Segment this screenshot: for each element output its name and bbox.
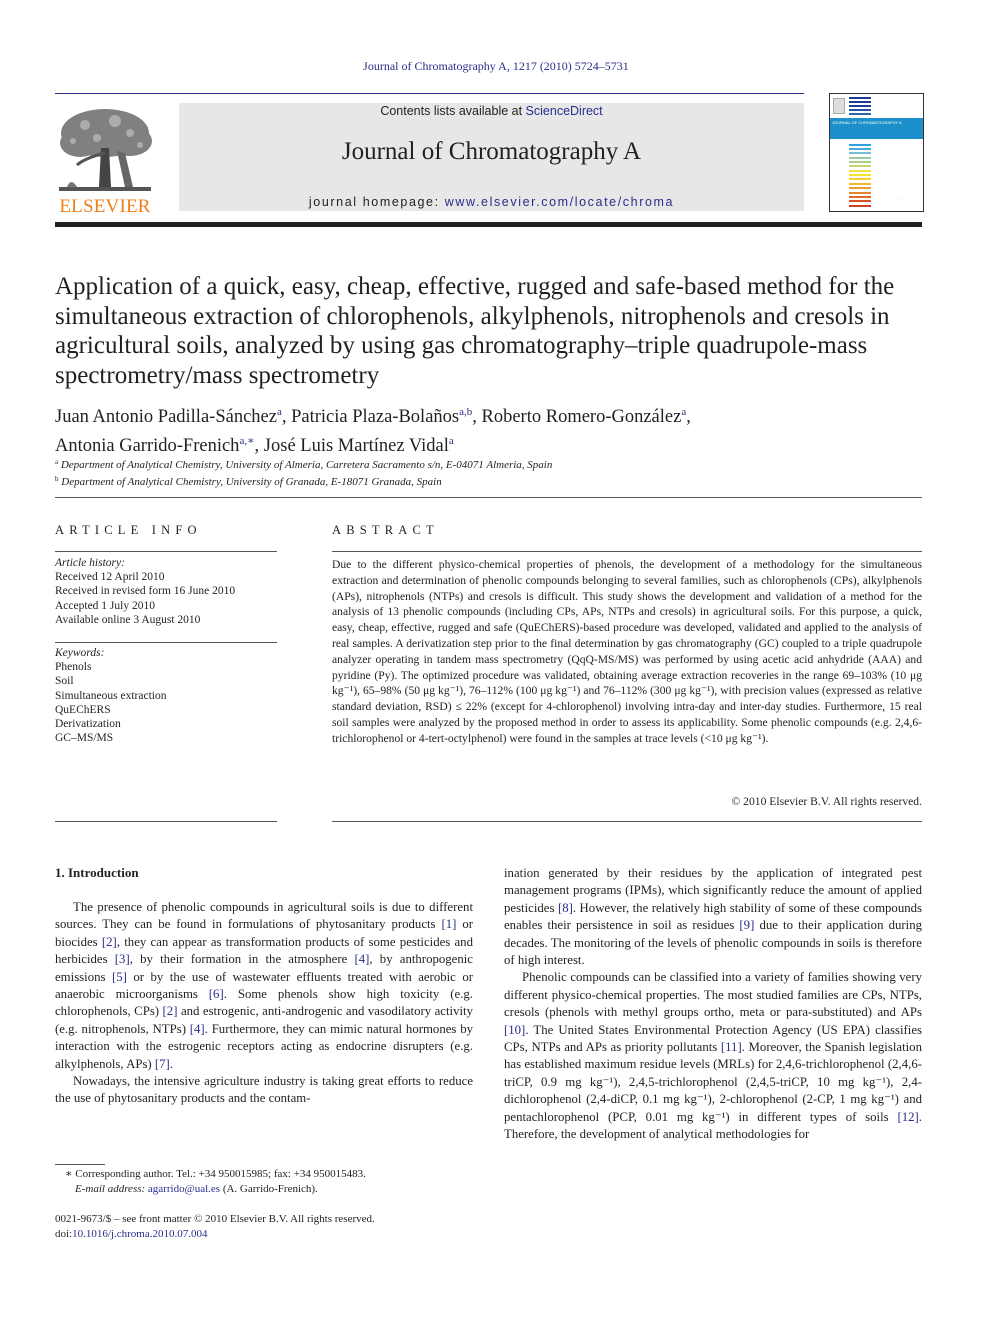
citation-link[interactable]: [11] (721, 1040, 742, 1054)
article-info-rule (55, 551, 277, 552)
sciencedirect-link[interactable]: ScienceDirect (526, 104, 603, 118)
author[interactable]: Juan Antonio Padilla-Sáncheza (55, 406, 282, 427)
section-heading-introduction: 1. Introduction (55, 865, 139, 880)
abstract-text: Due to the different physico-chemical pr… (332, 558, 922, 745)
affiliations: a Department of Analytical Chemistry, Un… (55, 455, 925, 489)
front-matter: 0021-9673/$ – see front matter © 2010 El… (55, 1212, 475, 1241)
body-column-left: The presence of phenolic compounds in ag… (55, 899, 473, 1108)
article-title: Application of a quick, easy, cheap, eff… (55, 273, 895, 389)
keywords: Keywords: Phenols Soil Simultaneous extr… (55, 646, 280, 745)
keyword: Derivatization (55, 718, 121, 731)
doi-line: doi:10.1016/j.chroma.2010.07.004 (55, 1227, 475, 1242)
citation-link[interactable]: [4] (354, 952, 369, 966)
cover-title: JOURNAL OF CHROMATOGRAPHY A (832, 120, 902, 125)
article-info-bottom-rule (55, 821, 277, 822)
homepage-label: journal homepage: (308, 195, 445, 209)
journal-masthead: Contents lists available at ScienceDirec… (179, 103, 804, 211)
keyword: GC–MS/MS (55, 732, 114, 745)
author[interactable]: Patricia Plaza-Bolañosa,b (291, 406, 472, 427)
email-line: E-mail address: agarrido@ual.es (A. Garr… (55, 1182, 475, 1197)
body-paragraph: Nowadays, the intensive agriculture indu… (55, 1074, 473, 1106)
affiliation: b Department of Analytical Chemistry, Un… (55, 475, 442, 488)
citation-link[interactable]: [7] (155, 1057, 170, 1071)
journal-reference[interactable]: Journal of Chromatography A, 1217 (2010)… (0, 59, 992, 74)
affiliation: a Department of Analytical Chemistry, Un… (55, 458, 553, 471)
author-list: Juan Antonio Padilla-Sáncheza, Patricia … (55, 406, 691, 456)
author[interactable]: Roberto Romero-Gonzáleza (482, 406, 687, 427)
journal-homepage: journal homepage: www.elsevier.com/locat… (179, 195, 804, 209)
cover-title-band: JOURNAL OF CHROMATOGRAPHY A (830, 118, 923, 139)
citation-link[interactable]: [12] (897, 1110, 918, 1124)
keyword: Simultaneous extraction (55, 689, 167, 702)
history-item: Received 12 April 2010 (55, 571, 165, 584)
citation-link[interactable]: [8] (558, 901, 573, 915)
contents-prefix: Contents lists available at (380, 104, 526, 118)
keyword: Phenols (55, 661, 92, 674)
corresponding-author: ∗ Corresponding author. Tel.: +34 950015… (65, 1168, 366, 1180)
abstract-rule (332, 551, 922, 552)
history-item: Received in revised form 16 June 2010 (55, 585, 236, 598)
citation-link[interactable]: [2] (102, 935, 117, 949)
citation-link[interactable]: [9] (739, 918, 754, 932)
citation-link[interactable]: [2] (163, 1004, 178, 1018)
abstract-copyright: © 2010 Elsevier B.V. All rights reserved… (731, 795, 922, 808)
article-history-label: Article history: (55, 557, 125, 569)
keyword: QuEChERS (55, 703, 111, 716)
issn-line: 0021-9673/$ – see front matter © 2010 El… (55, 1213, 375, 1225)
doi-link[interactable]: 10.1016/j.chroma.2010.07.004 (72, 1228, 207, 1240)
citation-link[interactable]: [6] (209, 987, 224, 1001)
homepage-link[interactable]: www.elsevier.com/locate/chroma (445, 195, 674, 209)
abstract-heading: ABSTRACT (332, 523, 439, 537)
body-paragraph: The presence of phenolic compounds in ag… (55, 900, 474, 1071)
body-paragraph: Phenolic compounds can be classified int… (504, 970, 922, 1142)
elsevier-logo[interactable]: ELSEVIER (55, 103, 155, 217)
header-thick-rule (55, 222, 922, 227)
keywords-rule (55, 642, 277, 643)
email-link[interactable]: agarrido@ual.es (148, 1183, 220, 1195)
header-rule (55, 93, 804, 94)
cover-mini-logo (833, 98, 845, 114)
citation-link[interactable]: [1] (441, 917, 456, 931)
corresponding-author-footnote: ∗ Corresponding author. Tel.: +34 950015… (55, 1167, 475, 1196)
cover-publisher-mark: · · · (899, 197, 904, 201)
doi-label: doi: (55, 1227, 73, 1240)
journal-cover-thumbnail[interactable]: JOURNAL OF CHROMATOGRAPHY A · · · (829, 93, 924, 212)
section-divider (55, 497, 922, 498)
citation-link[interactable]: [10] (504, 1023, 525, 1037)
citation-link[interactable]: [5] (112, 970, 127, 984)
abstract-bottom-rule (332, 821, 922, 822)
elsevier-wordmark: ELSEVIER (59, 196, 151, 217)
contents-line: Contents lists available at ScienceDirec… (179, 104, 804, 118)
email-suffix: (A. Garrido-Frenich). (220, 1182, 318, 1195)
journal-title: Journal of Chromatography A (341, 138, 642, 165)
history-item: Available online 3 August 2010 (55, 613, 201, 626)
citation-link[interactable]: [3] (115, 952, 130, 966)
body-paragraph: ination generated by their residues by t… (504, 866, 922, 968)
elsevier-tree-icon (59, 109, 152, 191)
keyword: Soil (55, 675, 74, 688)
body-column-right: ination generated by their residues by t… (504, 865, 922, 1144)
article-history: Article history: Received 12 April 2010 … (55, 556, 280, 627)
email-label: E-mail address: (75, 1182, 148, 1195)
article-info-heading: ARTICLE INFO (55, 523, 202, 537)
author[interactable]: José Luis Martínez Vidala (264, 435, 454, 456)
author[interactable]: Antonia Garrido-Frenicha,∗ (55, 435, 255, 456)
footnote-rule (55, 1164, 105, 1165)
history-item: Accepted 1 July 2010 (55, 599, 155, 612)
keywords-label: Keywords: (55, 647, 105, 659)
citation-link[interactable]: [4] (190, 1022, 205, 1036)
